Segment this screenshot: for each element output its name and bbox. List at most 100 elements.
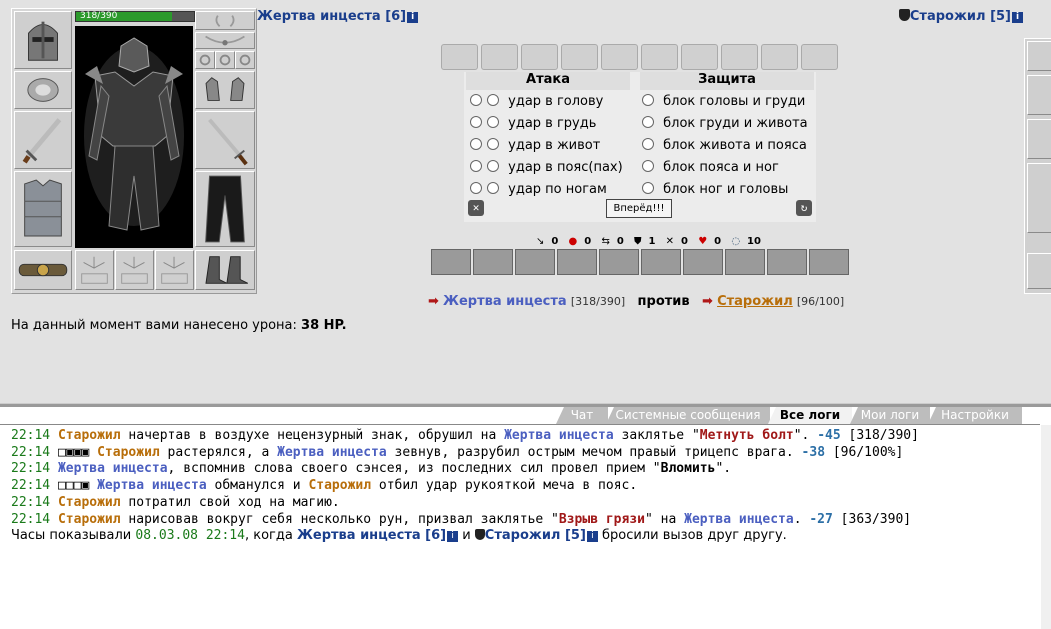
- defense-radio[interactable]: [642, 138, 654, 150]
- tab-system-messages[interactable]: Системные сообщения: [606, 407, 770, 424]
- helmet-slot[interactable]: [14, 11, 72, 69]
- weapon-slot[interactable]: [14, 111, 72, 169]
- opponent-name-header[interactable]: Старожил [5] i: [898, 9, 1023, 24]
- ring-slot-3[interactable]: [235, 51, 255, 69]
- damage-text: На данный момент вами нанесено урона:: [11, 318, 297, 333]
- opponent-name[interactable]: Старожил: [910, 9, 986, 24]
- tab-settings[interactable]: Настройки: [928, 407, 1022, 424]
- attack-radio-a[interactable]: [470, 94, 482, 106]
- attack-option[interactable]: удар по ногам: [470, 182, 607, 197]
- log-line: 22:14 Старожил потратил свой ход на маги…: [11, 494, 340, 510]
- info-icon[interactable]: i: [407, 12, 419, 23]
- defense-option[interactable]: блок груди и живота: [642, 116, 808, 131]
- opponent-slot[interactable]: [1027, 41, 1051, 71]
- scroll-slot[interactable]: [601, 44, 638, 70]
- stat-hits: ↘ 0: [536, 236, 559, 247]
- skill-button[interactable]: [641, 249, 681, 275]
- attack-radio-a[interactable]: [470, 138, 482, 150]
- scroll-slot[interactable]: [801, 44, 838, 70]
- attack-radio-a[interactable]: [470, 160, 482, 172]
- defense-radio[interactable]: [642, 116, 654, 128]
- hp-bar-text: 318/390: [80, 11, 118, 21]
- skill-button[interactable]: [599, 249, 639, 275]
- self-name-header[interactable]: Жертва инцеста [6] i: [257, 9, 419, 24]
- attack-option[interactable]: удар в грудь: [470, 116, 596, 131]
- vs-opp-name[interactable]: Старожил: [717, 294, 793, 309]
- info-icon[interactable]: i: [586, 531, 598, 543]
- info-icon[interactable]: i: [1012, 12, 1023, 23]
- attack-radio-b[interactable]: [487, 138, 499, 150]
- defense-radio[interactable]: [642, 182, 654, 194]
- scroll-slot[interactable]: [521, 44, 558, 70]
- skill-button[interactable]: [515, 249, 555, 275]
- scroll-slot[interactable]: [641, 44, 678, 70]
- skill-button[interactable]: [725, 249, 765, 275]
- stat-parries: ✕ 0: [665, 236, 688, 247]
- offhand-slot[interactable]: [195, 111, 255, 169]
- defense-radio[interactable]: [642, 160, 654, 172]
- scroll-slot[interactable]: [441, 44, 478, 70]
- armor-slot[interactable]: [14, 171, 72, 247]
- empty-slot[interactable]: [75, 250, 114, 290]
- defense-option[interactable]: блок живота и пояса: [642, 138, 807, 153]
- opponent-slot[interactable]: [1027, 119, 1051, 159]
- attack-radio-b[interactable]: [487, 94, 499, 106]
- armored-knight-image: [75, 26, 193, 248]
- earrings-slot[interactable]: [195, 11, 255, 30]
- empty-slot[interactable]: [155, 250, 194, 290]
- attack-radio-a[interactable]: [470, 182, 482, 194]
- skill-button[interactable]: [683, 249, 723, 275]
- gloves-icon: [205, 77, 245, 101]
- defense-radio[interactable]: [642, 94, 654, 106]
- refresh-icon[interactable]: ↻: [796, 200, 812, 216]
- empty-slot[interactable]: [115, 250, 154, 290]
- boots-slot[interactable]: [195, 250, 255, 290]
- arrow-icon: ➡: [428, 294, 439, 309]
- belt-slot[interactable]: [14, 250, 72, 290]
- amulet-slot[interactable]: [195, 32, 255, 49]
- character-avatar[interactable]: [75, 26, 193, 248]
- defense-option[interactable]: блок головы и груди: [642, 94, 805, 109]
- scroll-slot[interactable]: [481, 44, 518, 70]
- scroll-slot[interactable]: [721, 44, 758, 70]
- cancel-icon[interactable]: ✕: [468, 200, 484, 216]
- attack-option[interactable]: удар в голову: [470, 94, 603, 109]
- pants-slot[interactable]: [195, 171, 255, 247]
- defense-option[interactable]: блок пояса и ног: [642, 160, 779, 175]
- gloves-slot[interactable]: [195, 71, 255, 109]
- attack-radio-a[interactable]: [470, 116, 482, 128]
- attack-option[interactable]: удар в пояс(пах): [470, 160, 623, 175]
- attack-option-label: удар в живот: [508, 138, 601, 153]
- vs-self-name[interactable]: Жертва инцеста: [443, 294, 567, 309]
- opponent-slot[interactable]: [1027, 75, 1051, 115]
- attack-radio-b[interactable]: [487, 160, 499, 172]
- skill-bar: [431, 249, 851, 275]
- helmet-icon: [28, 21, 58, 61]
- skill-button[interactable]: [767, 249, 807, 275]
- skill-button[interactable]: [557, 249, 597, 275]
- scroll-slot[interactable]: [681, 44, 718, 70]
- scroll-slot[interactable]: [761, 44, 798, 70]
- ring-slot-2[interactable]: [215, 51, 235, 69]
- tab-all-logs[interactable]: Все логи: [768, 407, 852, 424]
- ring-slot-1[interactable]: [195, 51, 215, 69]
- skill-button[interactable]: [809, 249, 849, 275]
- opponent-slot[interactable]: [1027, 163, 1051, 233]
- scroll-slot[interactable]: [561, 44, 598, 70]
- opponent-slot[interactable]: [1027, 253, 1051, 289]
- log-line: 22:14 Старожил нарисовав вокруг себя нес…: [11, 511, 912, 527]
- hp-bar: 318/390: [75, 11, 195, 22]
- forward-button[interactable]: Вперёд!!!: [606, 199, 672, 218]
- attack-option[interactable]: удар в живот: [470, 138, 600, 153]
- attack-radio-b[interactable]: [487, 182, 499, 194]
- defense-option[interactable]: блок ног и головы: [642, 182, 788, 197]
- bracers-slot[interactable]: [14, 71, 72, 109]
- skill-button[interactable]: [431, 249, 471, 275]
- log-scrollbar[interactable]: [1041, 425, 1051, 629]
- tab-my-logs[interactable]: Мои логи: [850, 407, 930, 424]
- info-icon[interactable]: i: [447, 531, 459, 543]
- self-name[interactable]: Жертва инцеста: [257, 9, 381, 24]
- attack-radio-b[interactable]: [487, 116, 499, 128]
- skill-button[interactable]: [473, 249, 513, 275]
- tab-chat[interactable]: Чат: [556, 407, 608, 424]
